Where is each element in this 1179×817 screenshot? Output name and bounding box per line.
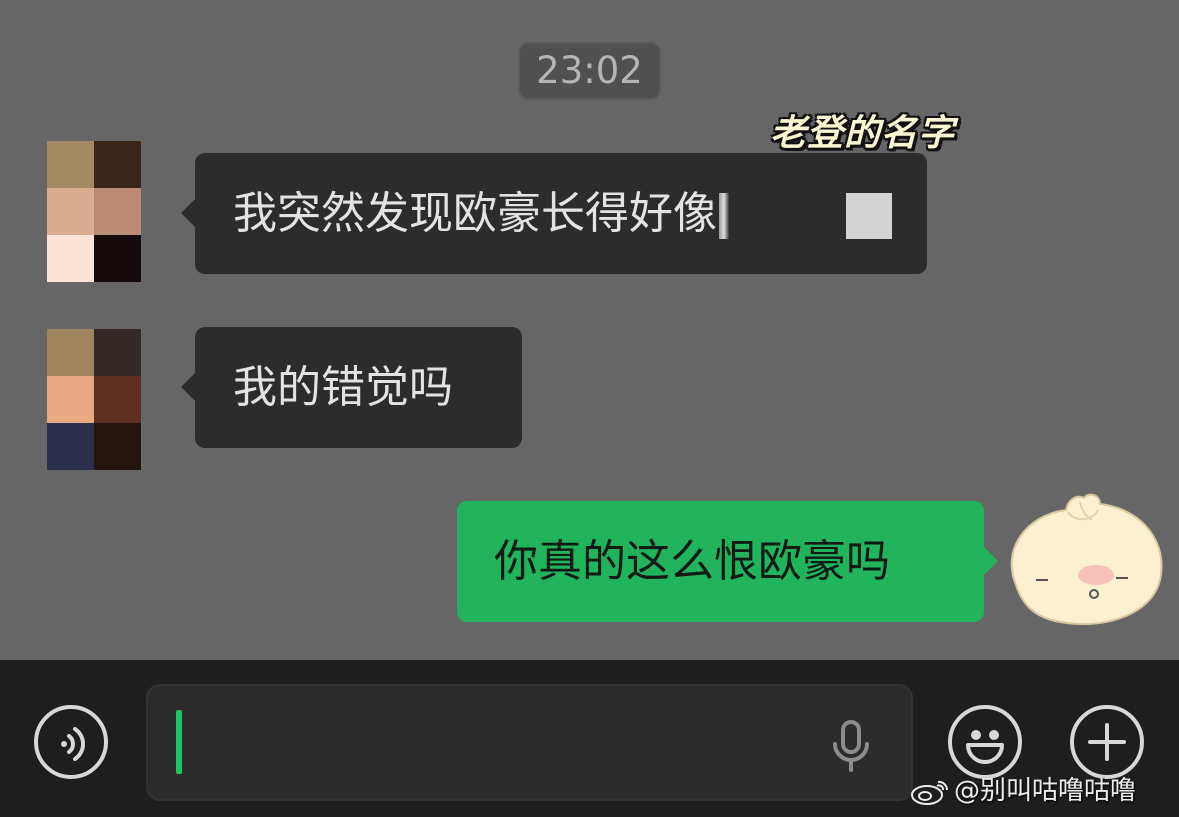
avatar-pixel	[47, 423, 94, 470]
more-actions-button[interactable]	[1070, 705, 1144, 779]
message-bubble-incoming[interactable]: 我突然发现欧豪长得好像	[181, 153, 927, 274]
message-bubble-incoming[interactable]: 我的错觉吗	[181, 327, 522, 448]
message-input[interactable]	[146, 684, 913, 801]
text-cursor	[176, 710, 182, 774]
contact-avatar[interactable]	[47, 329, 141, 470]
avatar-pixel	[94, 235, 141, 282]
avatar-pixel	[47, 141, 94, 188]
timestamp: 23:02	[518, 42, 661, 100]
voice-wave-icon	[61, 727, 85, 761]
redaction-mark	[719, 193, 729, 239]
plus-icon	[1088, 723, 1126, 761]
message-bubble-outgoing[interactable]: 你真的这么恨欧豪吗	[457, 501, 998, 622]
redaction-box	[846, 193, 892, 239]
annotation-caption: 老登的名字	[770, 113, 956, 154]
avatar-pixel	[94, 329, 141, 376]
watermark: @别叫咕噜咕噜	[910, 770, 1136, 807]
watermark-handle: @别叫咕噜咕噜	[954, 776, 1137, 806]
message-text: 我的错觉吗	[233, 362, 453, 413]
avatar-pixel	[94, 423, 141, 470]
contact-avatar[interactable]	[47, 141, 141, 282]
avatar-pixel	[47, 188, 94, 235]
avatar-pixel	[94, 141, 141, 188]
self-avatar[interactable]	[996, 490, 1166, 630]
avatar-pixel	[94, 188, 141, 235]
voice-toggle-button[interactable]	[34, 705, 108, 779]
emoji-button[interactable]	[948, 705, 1022, 779]
avatar-pixel	[47, 235, 94, 282]
message-text: 你真的这么恨欧豪吗	[494, 536, 890, 587]
smiley-icon	[966, 730, 1004, 764]
avatar-pixel	[47, 376, 94, 423]
avatar-pixel	[94, 376, 141, 423]
microphone-icon[interactable]	[830, 720, 872, 774]
weibo-icon	[911, 780, 949, 805]
avatar-pixel	[47, 329, 94, 376]
message-text: 我突然发现欧豪长得好像	[233, 188, 717, 239]
chat-area: 23:02 老登的名字 我突然发现欧豪长得好像 我的错觉吗 你真的这么恨欧豪吗	[0, 0, 1179, 660]
